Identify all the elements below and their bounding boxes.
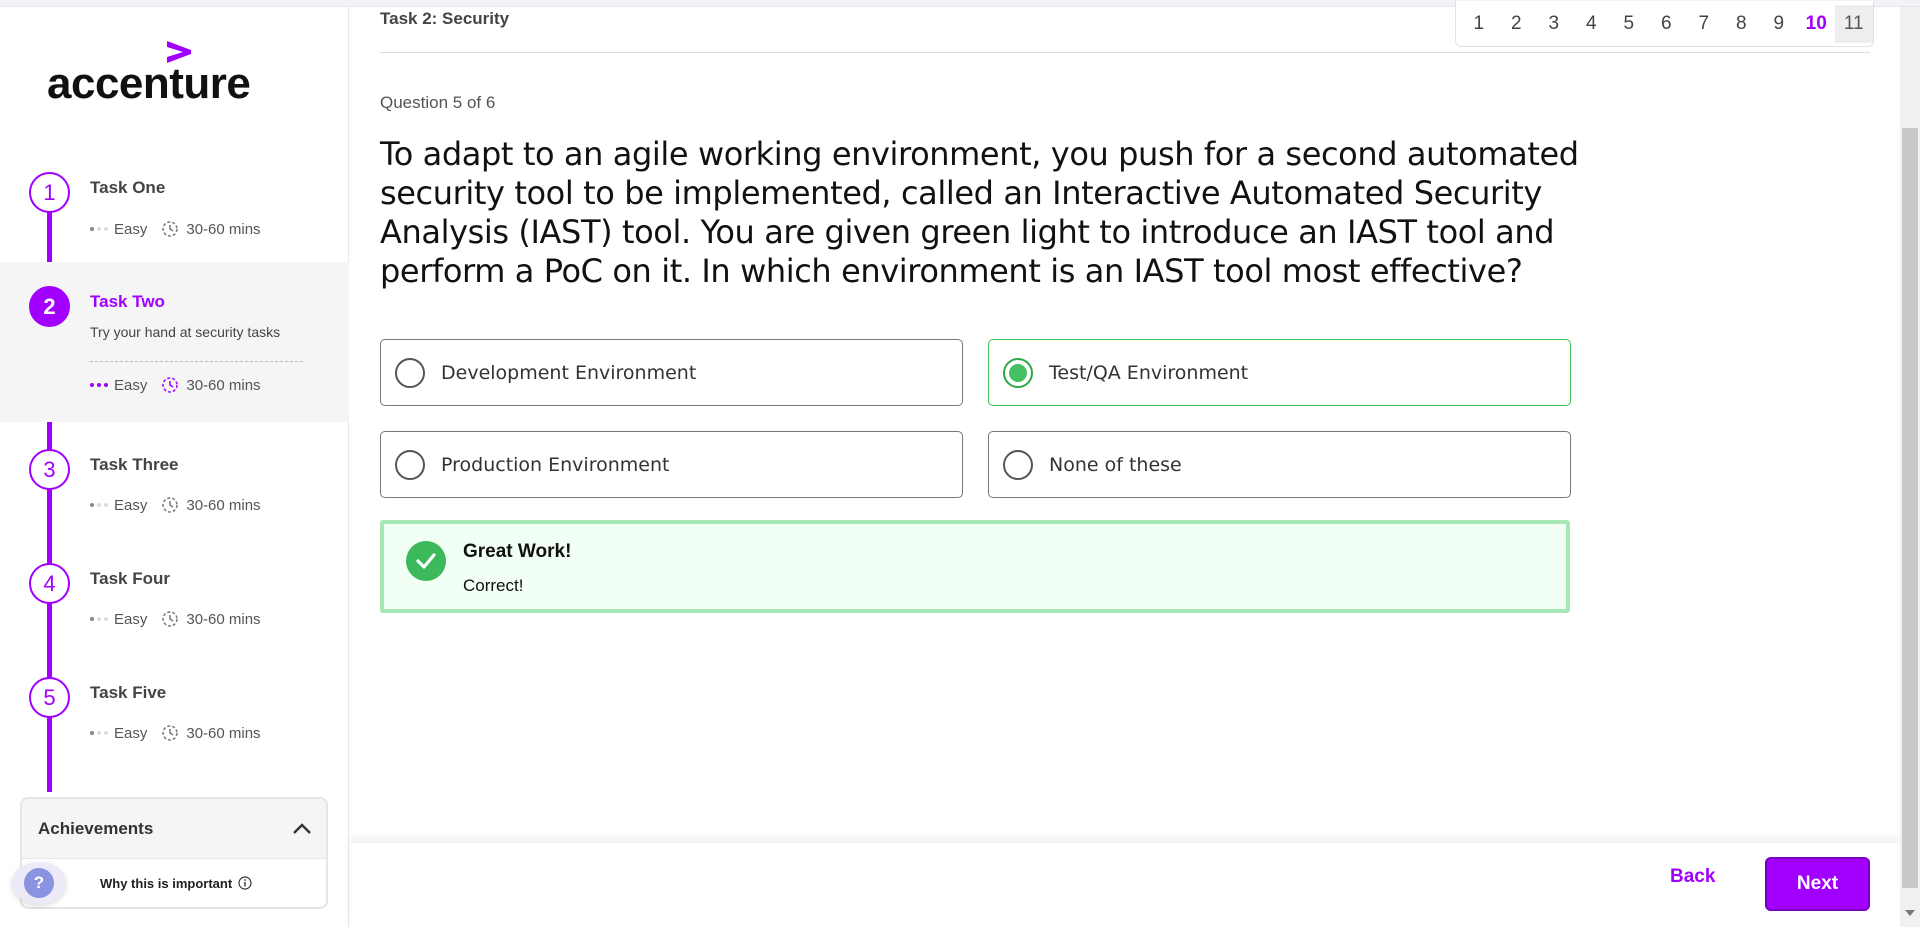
- achievements-body: Why this is important: [22, 859, 326, 907]
- step-task-five[interactable]: 5 Task Five Easy 30-60 mins: [0, 660, 349, 760]
- difficulty-label: Easy: [114, 220, 148, 238]
- question-mark-icon: ?: [24, 868, 54, 898]
- accenture-logo: accenture: [47, 37, 267, 108]
- why-important-label: Why this is important: [100, 875, 233, 891]
- difficulty-dots-icon: [90, 731, 108, 735]
- task-heading: Task 2: Security: [380, 9, 510, 28]
- step-title: Task Five: [90, 683, 167, 702]
- step-meta: Easy 30-60 mins: [90, 610, 261, 628]
- info-icon[interactable]: [238, 876, 252, 890]
- step-task-three[interactable]: 3 Task Three Easy 30-60 mins: [0, 432, 349, 532]
- duration-label: 30-60 mins: [186, 724, 261, 742]
- feedback-title: Great Work!: [463, 541, 572, 562]
- clock-icon: [161, 724, 179, 742]
- radio-button[interactable]: [395, 357, 425, 388]
- page-pagination: 1 2 3 4 5 6 7 8 9 10 11: [1455, 1, 1874, 47]
- step-number: 3: [29, 449, 70, 490]
- step-title: Task Four: [90, 569, 170, 588]
- option-development-environment[interactable]: Development Environment: [380, 339, 963, 406]
- step-meta: Easy 30-60 mins: [90, 724, 261, 742]
- logo-wordmark: accenture: [47, 59, 251, 108]
- duration-label: 30-60 mins: [186, 376, 261, 394]
- page-7[interactable]: 7: [1685, 5, 1723, 43]
- duration-label: 30-60 mins: [186, 496, 261, 514]
- clock-icon: [161, 220, 179, 238]
- difficulty-label: Easy: [114, 610, 148, 628]
- scroll-down-arrow-icon[interactable]: [1905, 910, 1915, 916]
- page-3[interactable]: 3: [1535, 5, 1573, 43]
- difficulty-label: Easy: [114, 496, 148, 514]
- scrollbar-thumb[interactable]: [1902, 128, 1918, 888]
- step-meta: Easy 30-60 mins: [90, 376, 261, 394]
- duration-label: 30-60 mins: [186, 610, 261, 628]
- radio-button[interactable]: [395, 449, 425, 480]
- page-10-current[interactable]: 10: [1798, 5, 1836, 43]
- option-test-qa-environment[interactable]: Test/QA Environment: [988, 339, 1571, 406]
- difficulty-label: Easy: [114, 376, 148, 394]
- feedback-message: Correct!: [463, 576, 524, 595]
- step-title: Task Three: [90, 455, 179, 474]
- page-8[interactable]: 8: [1723, 5, 1761, 43]
- achievements-title: Achievements: [38, 818, 154, 838]
- next-button[interactable]: Next: [1765, 857, 1870, 911]
- question-text: To adapt to an agile working environment…: [380, 135, 1579, 290]
- clock-icon: [161, 610, 179, 628]
- back-button[interactable]: Back: [1670, 866, 1715, 888]
- achievements-panel: Achievements Why this is important: [20, 797, 328, 909]
- step-meta: Easy 30-60 mins: [90, 220, 261, 238]
- clock-icon: [161, 496, 179, 514]
- step-task-two[interactable]: 2 Task Two Try your hand at security tas…: [0, 262, 349, 422]
- page-6[interactable]: 6: [1648, 5, 1686, 43]
- page-2[interactable]: 2: [1498, 5, 1536, 43]
- step-number: 2: [29, 286, 70, 327]
- step-title: Task Two: [90, 292, 165, 311]
- option-none-of-these[interactable]: None of these: [988, 431, 1571, 498]
- check-circle-icon: [406, 541, 446, 581]
- help-button[interactable]: ?: [12, 862, 66, 904]
- step-number: 4: [29, 563, 70, 604]
- page-5[interactable]: 5: [1610, 5, 1648, 43]
- option-label: Development Environment: [441, 361, 697, 384]
- achievements-header[interactable]: Achievements: [22, 799, 326, 859]
- step-task-four[interactable]: 4 Task Four Easy 30-60 mins: [0, 546, 349, 646]
- clock-icon: [161, 376, 179, 394]
- difficulty-dots-icon: [90, 503, 108, 507]
- sidebar: accenture 1 Task One Easy 30-60 mins 2 T…: [0, 7, 349, 927]
- difficulty-dots-icon: [90, 383, 108, 387]
- step-divider: [90, 361, 303, 362]
- difficulty-dots-icon: [90, 617, 108, 621]
- question-counter: Question 5 of 6: [380, 93, 496, 112]
- main-content: Task 2: Security 1 2 3 4 5 6 7 8 9 10 11…: [350, 1, 1900, 927]
- radio-button-selected[interactable]: [1003, 357, 1033, 388]
- why-important-link[interactable]: Why this is important: [100, 876, 252, 891]
- option-label: Production Environment: [441, 453, 670, 476]
- step-title: Task One: [90, 178, 166, 197]
- difficulty-dots-icon: [90, 227, 108, 231]
- step-meta: Easy 30-60 mins: [90, 496, 261, 514]
- difficulty-label: Easy: [114, 724, 148, 742]
- header-divider: [380, 52, 1870, 53]
- option-label: None of these: [1049, 453, 1182, 476]
- option-label: Test/QA Environment: [1049, 361, 1249, 384]
- step-task-one[interactable]: 1 Task One Easy 30-60 mins: [0, 152, 349, 252]
- feedback-panel: Great Work! Correct!: [380, 520, 1570, 613]
- chevron-up-icon[interactable]: [292, 822, 312, 835]
- page-11[interactable]: 11: [1835, 4, 1873, 43]
- duration-label: 30-60 mins: [186, 220, 261, 238]
- footer-bar: Back Next: [350, 843, 1900, 927]
- step-description: Try your hand at security tasks: [90, 324, 281, 340]
- page-9[interactable]: 9: [1760, 5, 1798, 43]
- step-number: 5: [29, 677, 70, 718]
- step-number: 1: [29, 172, 70, 213]
- page-1[interactable]: 1: [1460, 5, 1498, 43]
- option-production-environment[interactable]: Production Environment: [380, 431, 963, 498]
- page-4[interactable]: 4: [1573, 5, 1611, 43]
- radio-button[interactable]: [1003, 449, 1033, 480]
